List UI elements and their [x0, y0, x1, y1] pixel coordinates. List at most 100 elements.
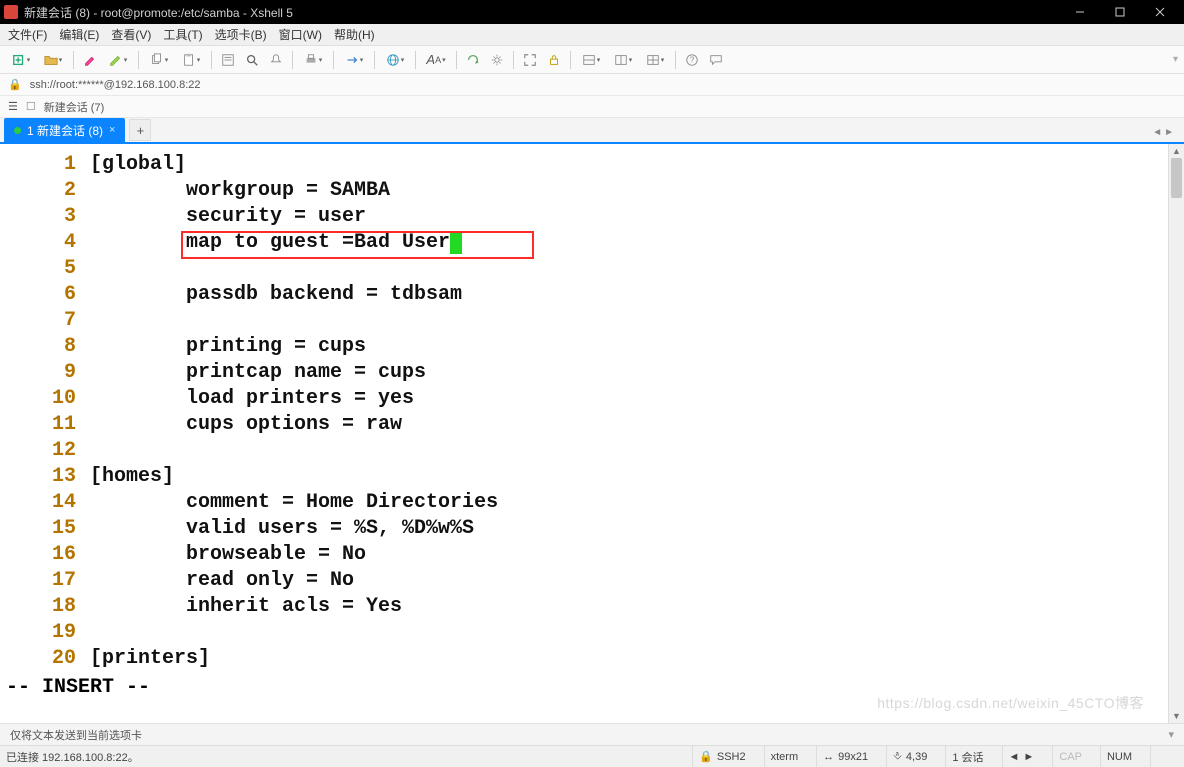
editor-line: 18 inherit acls = Yes	[0, 594, 1184, 620]
connection-url[interactable]: ssh://root:******@192.168.100.8:22	[30, 79, 201, 91]
line-content: workgroup = SAMBA	[90, 178, 390, 204]
close-button[interactable]	[1140, 0, 1180, 24]
status-sessions: 1 会话	[952, 749, 983, 765]
line-number: 11	[0, 412, 90, 438]
tabbar-prev-icon[interactable]: ◄	[1152, 127, 1162, 138]
svg-text:?: ?	[690, 55, 695, 64]
editor-line: 8 printing = cups	[0, 334, 1184, 360]
line-content: valid users = %S, %D%w%S	[90, 516, 474, 542]
lock-icon[interactable]	[543, 49, 565, 71]
scroll-down-icon[interactable]: ▼	[1169, 709, 1184, 723]
session-name[interactable]: 新建会话 (7)	[44, 99, 105, 115]
info-row: 仅将文本发送到当前选项卡 ▾	[0, 723, 1184, 745]
scroll-up-icon[interactable]: ▲	[1169, 144, 1184, 158]
status-connection: 已连接 192.168.100.8:22。	[6, 749, 139, 765]
line-content: comment = Home Directories	[90, 490, 498, 516]
line-number: 9	[0, 360, 90, 386]
separator	[292, 51, 293, 69]
titlebar: 新建会话 (8) - root@promote:/etc/samba - Xsh…	[0, 0, 1184, 24]
open-button[interactable]	[38, 49, 68, 71]
sessions-panel-icon[interactable]: ☰	[8, 100, 18, 113]
tab-active[interactable]: 1 新建会话 (8) ×	[4, 118, 125, 142]
status-size: 99x21	[838, 751, 868, 763]
tabbar-next-icon[interactable]: ►	[1164, 127, 1174, 138]
highlighter-icon[interactable]	[103, 49, 133, 71]
file-transfer-icon[interactable]	[339, 49, 369, 71]
fullscreen-icon[interactable]	[519, 49, 541, 71]
bell-icon[interactable]	[265, 49, 287, 71]
session-bar: ☰ ☐ 新建会话 (7)	[0, 96, 1184, 118]
editor-line: 12	[0, 438, 1184, 464]
menu-view[interactable]: 查看(V)	[111, 26, 151, 43]
line-number: 16	[0, 542, 90, 568]
color-picker-icon[interactable]	[79, 49, 101, 71]
menu-edit[interactable]: 编辑(E)	[59, 26, 99, 43]
line-number: 19	[0, 620, 90, 646]
minimize-button[interactable]	[1060, 0, 1100, 24]
layout-vertical-icon[interactable]	[608, 49, 638, 71]
globe-icon[interactable]	[380, 49, 410, 71]
line-content: browseable = No	[90, 542, 366, 568]
editor-line: 4 map to guest =Bad User	[0, 230, 1184, 256]
line-number: 17	[0, 568, 90, 594]
maximize-button[interactable]	[1100, 0, 1140, 24]
new-session-button[interactable]	[6, 49, 36, 71]
status-num: NUM	[1107, 751, 1132, 763]
scroll-thumb[interactable]	[1171, 158, 1182, 198]
editor-line: 17 read only = No	[0, 568, 1184, 594]
toolbar-overflow-icon[interactable]: ▾	[1173, 54, 1178, 65]
separator	[513, 51, 514, 69]
lock-small-icon: 🔒	[8, 78, 22, 91]
menu-file[interactable]: 文件(F)	[8, 26, 47, 43]
tabbar: 1 新建会话 (8) × + ◄ ►	[0, 118, 1184, 144]
copy-button[interactable]	[144, 49, 174, 71]
nav-left-icon[interactable]: ◄	[1009, 751, 1020, 763]
refresh-icon[interactable]	[462, 49, 484, 71]
menu-tabs[interactable]: 选项卡(B)	[215, 26, 267, 43]
editor-line: 11 cups options = raw	[0, 412, 1184, 438]
menu-tools[interactable]: 工具(T)	[163, 26, 202, 43]
separator	[211, 51, 212, 69]
line-number: 14	[0, 490, 90, 516]
bookmark-icon[interactable]: ☐	[26, 100, 36, 113]
separator	[333, 51, 334, 69]
tab-close-icon[interactable]: ×	[109, 124, 115, 136]
editor-line: 7	[0, 308, 1184, 334]
line-content: [printers]	[90, 646, 210, 672]
editor-line: 20[printers]	[0, 646, 1184, 672]
line-content: map to guest =Bad User	[90, 230, 462, 256]
toolbar: AA ? ▾	[0, 46, 1184, 74]
menu-help[interactable]: 帮助(H)	[334, 26, 375, 43]
terminal-editor[interactable]: 1[global]2 workgroup = SAMBA3 security =…	[0, 144, 1184, 723]
search-icon[interactable]	[241, 49, 263, 71]
status-pos: 4,39	[906, 751, 927, 763]
editor-line: 10 load printers = yes	[0, 386, 1184, 412]
help-icon[interactable]: ?	[681, 49, 703, 71]
properties-icon[interactable]	[217, 49, 239, 71]
cursor-pos-icon: ⎀	[893, 750, 902, 763]
print-icon[interactable]	[298, 49, 328, 71]
menu-window[interactable]: 窗口(W)	[279, 26, 322, 43]
font-icon[interactable]: AA	[421, 49, 451, 71]
status-cap: CAP	[1059, 751, 1082, 763]
line-number: 2	[0, 178, 90, 204]
line-number: 5	[0, 256, 90, 282]
chat-icon[interactable]	[705, 49, 727, 71]
separator	[570, 51, 571, 69]
layout-grid-icon[interactable]	[640, 49, 670, 71]
gear-icon[interactable]	[486, 49, 508, 71]
vertical-scrollbar[interactable]: ▲ ▼	[1168, 144, 1184, 723]
layout-horizontal-icon[interactable]	[576, 49, 606, 71]
paste-button[interactable]	[176, 49, 206, 71]
nav-right-icon[interactable]: ►	[1023, 751, 1034, 763]
editor-line: 16 browseable = No	[0, 542, 1184, 568]
editor-line: 13[homes]	[0, 464, 1184, 490]
separator	[73, 51, 74, 69]
resize-icon: ↔	[823, 751, 834, 763]
tab-add-button[interactable]: +	[129, 119, 151, 141]
statusbar: 已连接 192.168.100.8:22。 🔒SSH2 xterm ↔99x21…	[0, 745, 1184, 767]
line-content: load printers = yes	[90, 386, 414, 412]
info-dropdown-icon[interactable]: ▾	[1168, 728, 1174, 741]
line-content: read only = No	[90, 568, 354, 594]
cursor-block	[450, 232, 462, 254]
